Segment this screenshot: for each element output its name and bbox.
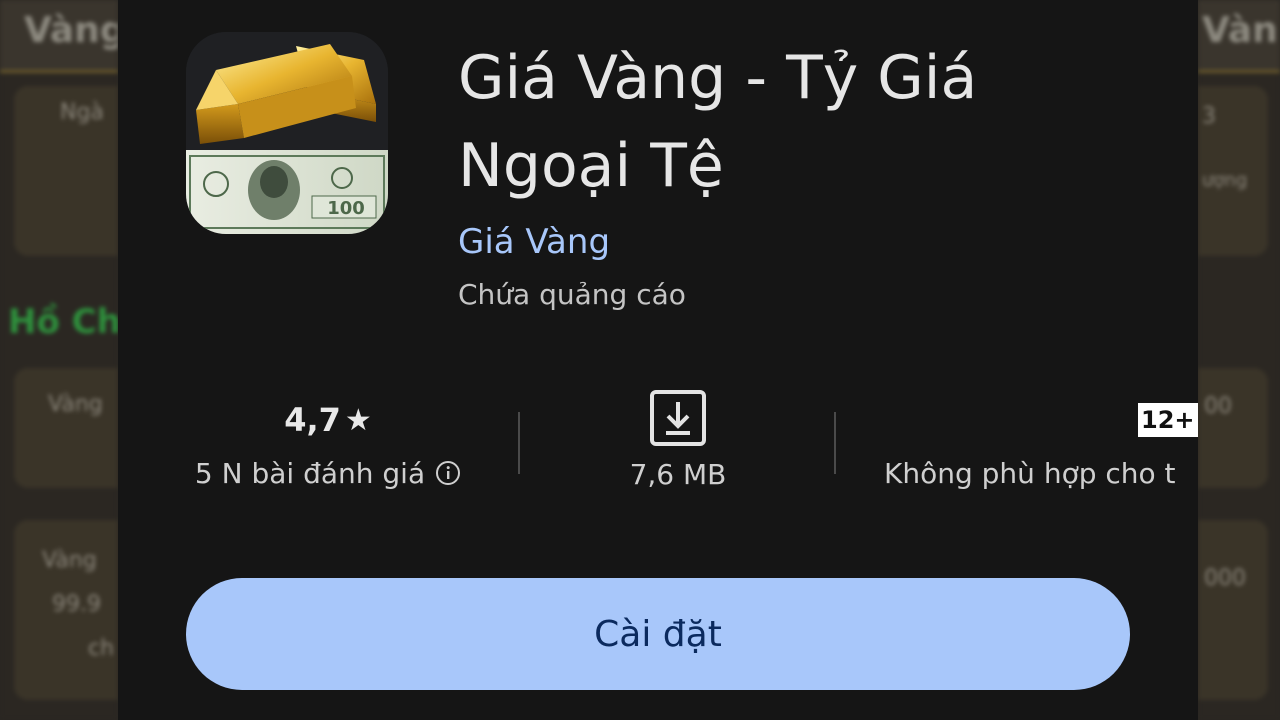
background-header-text: Vàng [24, 10, 118, 51]
background-heading: Hồ Ch [8, 302, 118, 342]
rating-stat[interactable]: 4,7 ★ 5 N bài đánh giá [178, 396, 478, 502]
age-rating-label: Không phù hợp cho t [884, 456, 1176, 490]
app-title: Giá Vàng - Tỷ Giá Ngoại Tệ [458, 43, 978, 201]
background-card [14, 368, 118, 488]
background-app-header: Vàn [1198, 0, 1280, 73]
background-app-header: Vàng [0, 0, 118, 73]
age-rating-badge: 12+ [1138, 403, 1198, 437]
background-card [1198, 368, 1268, 488]
background-text: 000 [1204, 566, 1246, 591]
gold-bars-and-banknote-image: 100 [186, 32, 388, 234]
stat-divider [834, 412, 836, 474]
app-icon: 100 [186, 32, 388, 234]
banknote-denomination: 100 [327, 198, 365, 219]
age-rating-stat[interactable]: 12+ Không phù hợp cho t [882, 396, 1198, 502]
background-text: Vàng [48, 392, 103, 417]
background-text: 3 [1202, 104, 1216, 129]
install-button[interactable]: Cài đặt [186, 578, 1130, 690]
background-card [1198, 520, 1268, 700]
app-size-label: 7,6 MB [629, 457, 727, 491]
background-text: Ngà [60, 100, 104, 125]
star-icon: ★ [344, 402, 372, 438]
download-icon [650, 390, 706, 446]
background-app-left: Vàng Ngà Hồ Ch Vàng Vàng 99.9 ch [0, 0, 118, 720]
background-text: ch [88, 636, 115, 661]
ads-notice: Chứa quảng cáo [458, 278, 686, 311]
rating-value: 4,7 [284, 401, 341, 439]
background-app-right: Vàn 3 ượng 00 000 [1198, 0, 1280, 720]
background-text: 00 [1204, 394, 1232, 419]
background-text: ượng [1202, 170, 1248, 191]
background-header-text: Vàn [1202, 10, 1278, 51]
review-count-label: 5 N bài đánh giá [194, 456, 426, 490]
size-stat: 7,6 MB [578, 388, 778, 500]
app-details-panel: 100 Giá Vàng - Tỷ Giá Ngoại Tệ Giá Vàng … [118, 0, 1198, 720]
background-text: 99.9 [52, 592, 101, 617]
stat-divider [518, 412, 520, 474]
info-icon[interactable] [435, 460, 461, 486]
background-text: Vàng [42, 548, 97, 573]
developer-link[interactable]: Giá Vàng [458, 222, 610, 262]
